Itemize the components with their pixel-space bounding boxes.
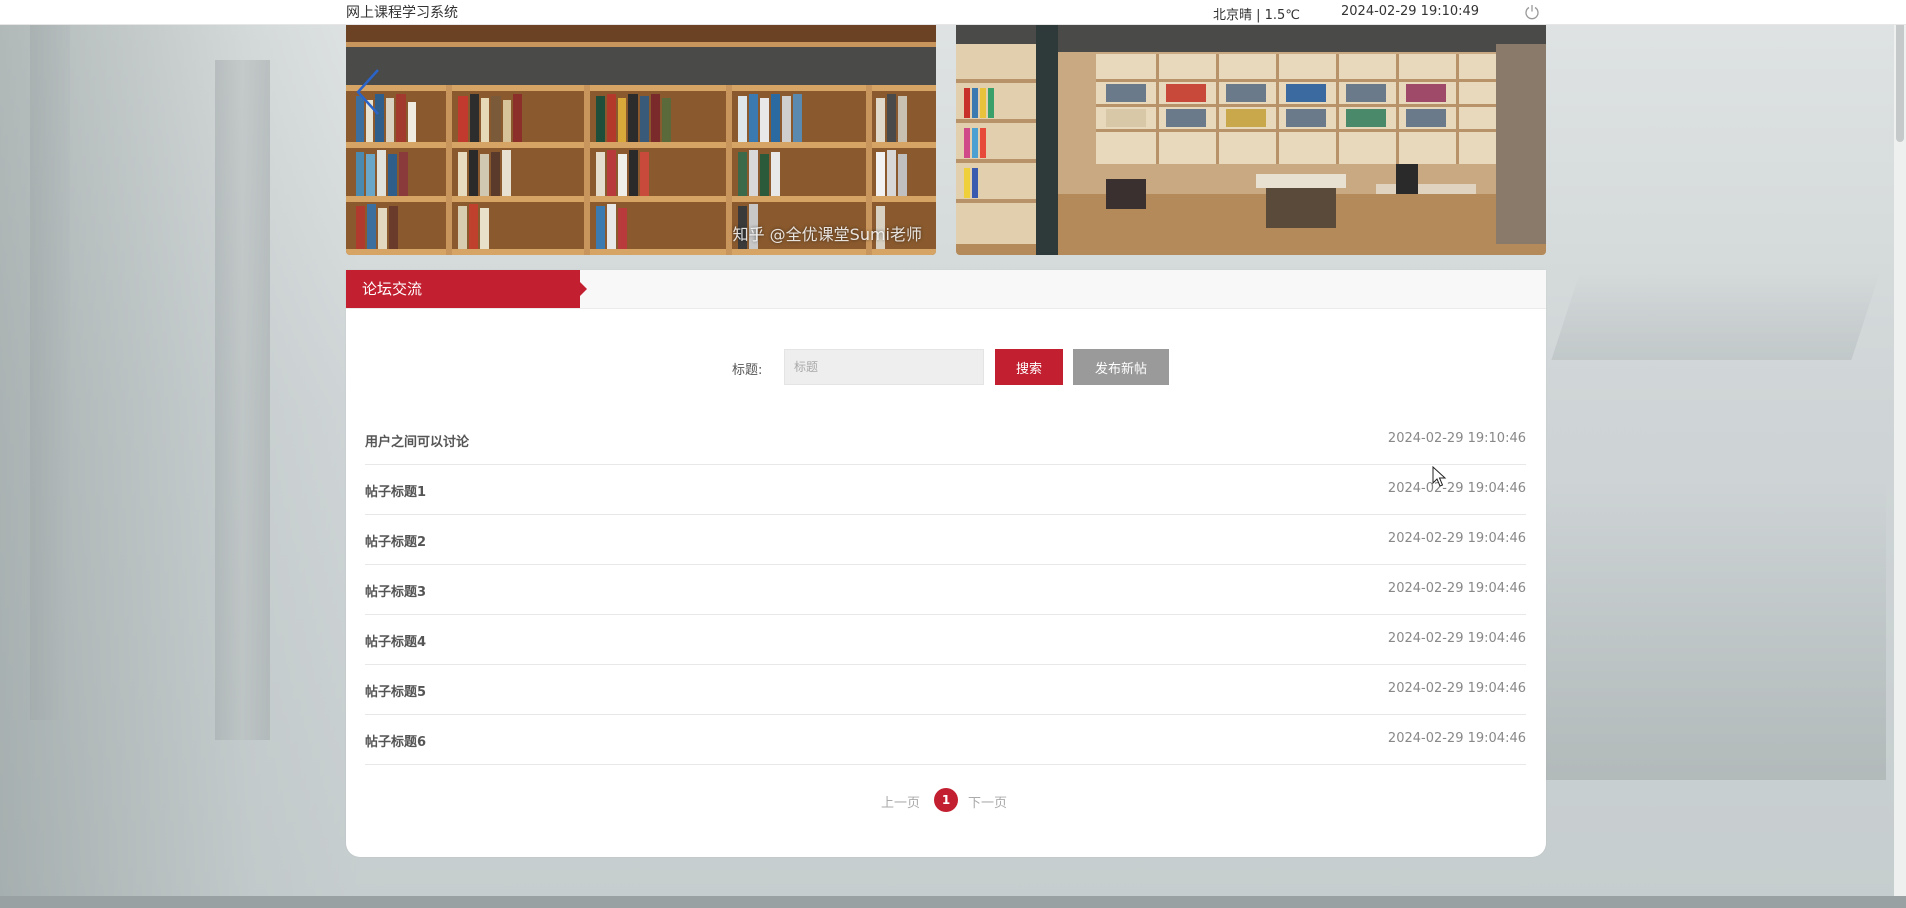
post-list: 用户之间可以讨论 2024-02-29 19:10:46 帖子标题1 2024-… xyxy=(365,415,1526,765)
next-page-button[interactable]: 下一页 xyxy=(968,792,1007,811)
footer-band xyxy=(0,896,1906,908)
tab-forum[interactable]: 论坛交流 xyxy=(346,270,587,308)
post-list-item[interactable]: 帖子标题3 2024-02-29 19:04:46 xyxy=(365,565,1526,615)
search-input[interactable] xyxy=(784,349,984,385)
page-scrollbar[interactable] xyxy=(1894,0,1906,896)
post-title[interactable]: 帖子标题4 xyxy=(365,631,426,650)
search-button[interactable]: 搜索 xyxy=(995,349,1063,385)
carousel-next-arrow[interactable] xyxy=(1500,66,1530,118)
post-list-item[interactable]: 帖子标题4 2024-02-29 19:04:46 xyxy=(365,615,1526,665)
post-time: 2024-02-29 19:04:46 xyxy=(1387,531,1526,546)
banner-watermark: 知乎 @全优课堂Sumi老师 xyxy=(732,225,922,244)
search-label: 标题: xyxy=(732,363,763,378)
post-time: 2024-02-29 19:04:46 xyxy=(1387,481,1526,496)
site-title[interactable]: 网上课程学习系统 xyxy=(346,2,458,22)
forum-panel: 论坛交流 标题: 搜索 发布新帖 用户之间可以讨论 2024-02-29 19:… xyxy=(346,270,1546,857)
post-title[interactable]: 帖子标题1 xyxy=(365,481,426,500)
new-post-button[interactable]: 发布新帖 xyxy=(1073,349,1169,385)
power-icon[interactable] xyxy=(1524,4,1540,20)
current-datetime: 2024-02-29 19:10:49 xyxy=(1341,4,1480,19)
chevron-right-icon xyxy=(1500,66,1530,118)
post-list-item[interactable]: 帖子标题2 2024-02-29 19:04:46 xyxy=(365,515,1526,565)
post-time: 2024-02-29 19:04:46 xyxy=(1387,681,1526,696)
mouse-cursor-icon xyxy=(1432,466,1447,487)
post-time: 2024-02-29 19:04:46 xyxy=(1387,731,1526,746)
post-time: 2024-02-29 19:04:46 xyxy=(1387,581,1526,596)
post-time: 2024-02-29 19:04:46 xyxy=(1387,631,1526,646)
carousel-prev-arrow[interactable] xyxy=(354,66,384,118)
post-title[interactable]: 帖子标题3 xyxy=(365,581,426,600)
post-title[interactable]: 用户之间可以讨论 xyxy=(365,431,469,450)
background-pillar xyxy=(215,60,270,740)
background-roof xyxy=(1551,270,1881,360)
banner-image-bookshelf[interactable]: 知乎 @全优课堂Sumi老师 xyxy=(346,24,936,255)
top-bar: 网上课程学习系统 北京晴 | 1.5℃ 2024-02-29 19:10:49 xyxy=(0,0,1906,25)
post-list-item[interactable]: 用户之间可以讨论 2024-02-29 19:10:46 xyxy=(365,415,1526,465)
search-bar: 标题: 搜索 发布新帖 xyxy=(346,349,1546,386)
post-title[interactable]: 帖子标题2 xyxy=(365,531,426,550)
weather-info: 北京晴 | 1.5℃ xyxy=(1213,8,1300,23)
page-number-current[interactable]: 1 xyxy=(934,788,958,812)
background-pillar xyxy=(30,20,70,720)
banner-image-bookstore[interactable] xyxy=(956,24,1546,255)
post-list-item[interactable]: 帖子标题1 2024-02-29 19:04:46 xyxy=(365,465,1526,515)
post-title[interactable]: 帖子标题5 xyxy=(365,681,426,700)
post-time: 2024-02-29 19:10:46 xyxy=(1387,431,1526,446)
pagination: 上一页 1 下一页 xyxy=(346,788,1546,812)
background-railing xyxy=(1526,480,1886,780)
post-title[interactable]: 帖子标题6 xyxy=(365,731,426,750)
forum-panel-header: 论坛交流 xyxy=(346,270,1546,309)
post-list-item[interactable]: 帖子标题6 2024-02-29 19:04:46 xyxy=(365,715,1526,765)
post-list-item[interactable]: 帖子标题5 2024-02-29 19:04:46 xyxy=(365,665,1526,715)
prev-page-button[interactable]: 上一页 xyxy=(881,792,920,811)
chevron-left-icon xyxy=(356,69,379,115)
